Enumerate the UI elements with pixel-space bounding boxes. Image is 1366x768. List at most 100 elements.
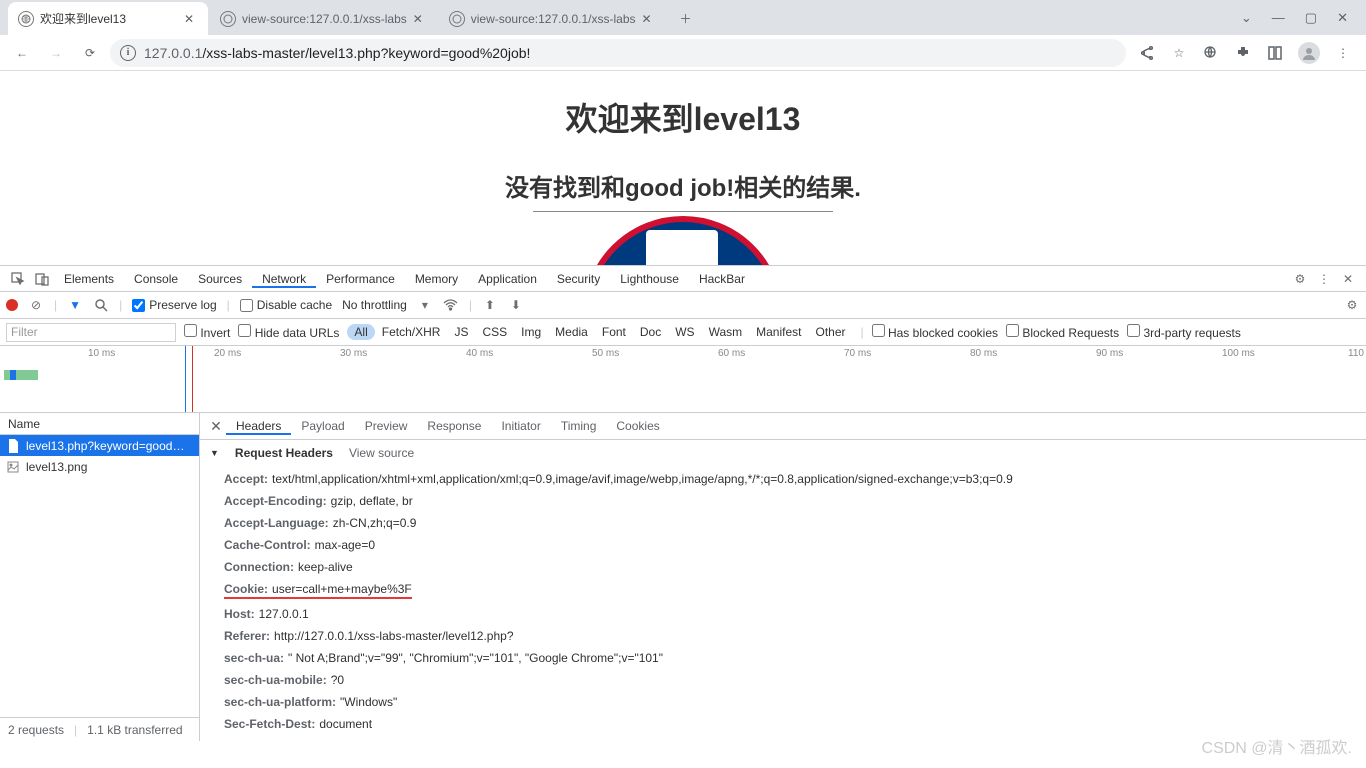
filter-icon[interactable]: ▼	[67, 298, 83, 312]
close-detail-icon[interactable]: ✕	[206, 418, 226, 435]
devtools-tab-security[interactable]: Security	[547, 272, 610, 286]
browser-tab[interactable]: view-source:127.0.0.1/xss-labs ✕	[210, 2, 437, 35]
reload-button[interactable]: ⟳	[76, 39, 104, 67]
network-toolbar: ⊘ | ▼ | Preserve log | Disable cache No …	[0, 292, 1366, 319]
devtools-tab-memory[interactable]: Memory	[405, 272, 468, 286]
devtools-tab-performance[interactable]: Performance	[316, 272, 405, 286]
devtools-tab-network[interactable]: Network	[252, 272, 316, 288]
filter-chip-css[interactable]: CSS	[475, 324, 514, 340]
request-row[interactable]: level13.png	[0, 456, 199, 477]
filter-chip-font[interactable]: Font	[595, 324, 633, 340]
detail-tab-initiator[interactable]: Initiator	[491, 419, 550, 433]
filter-chip-fetch-xhr[interactable]: Fetch/XHR	[375, 324, 448, 340]
detail-tab-cookies[interactable]: Cookies	[606, 419, 669, 433]
more-icon[interactable]: ⋮	[1312, 272, 1336, 286]
new-tab-button[interactable]: ＋	[672, 4, 700, 32]
browser-tab[interactable]: view-source:127.0.0.1/xss-labs ✕	[439, 2, 666, 35]
view-source-link[interactable]: View source	[349, 446, 414, 460]
globe-search-icon[interactable]	[1202, 44, 1220, 62]
devtools-tab-console[interactable]: Console	[124, 272, 188, 286]
extensions-icon[interactable]	[1234, 44, 1252, 62]
wifi-icon[interactable]	[443, 299, 459, 311]
settings-gear-icon[interactable]: ⚙	[1344, 298, 1360, 312]
upload-icon[interactable]: ⬆	[482, 298, 498, 312]
timeline-tick: 100 ms	[1222, 348, 1255, 359]
devtools-tab-bar: ElementsConsoleSourcesNetworkPerformance…	[0, 266, 1366, 292]
forward-button[interactable]: →	[42, 39, 70, 67]
inspect-icon[interactable]	[6, 272, 30, 286]
disable-cache-checkbox[interactable]: Disable cache	[240, 298, 332, 312]
devtools-tab-sources[interactable]: Sources	[188, 272, 252, 286]
timeline-tick: 110	[1348, 348, 1364, 359]
filter-chip-wasm[interactable]: Wasm	[702, 324, 750, 340]
timeline-tick: 50 ms	[592, 348, 619, 359]
has-blocked-cookies-checkbox[interactable]: Has blocked cookies	[872, 324, 998, 340]
page-subtitle: 没有找到和good job!相关的结果.	[0, 168, 1366, 203]
close-devtools-icon[interactable]: ✕	[1336, 272, 1360, 286]
tab-title: view-source:127.0.0.1/xss-labs	[471, 12, 636, 26]
filter-chip-all[interactable]: All	[347, 324, 374, 340]
menu-icon[interactable]: ⋮	[1334, 44, 1352, 62]
chevron-down-icon[interactable]: ▾	[417, 298, 433, 312]
detail-tab-payload[interactable]: Payload	[291, 419, 354, 433]
settings-gear-icon[interactable]: ⚙	[1288, 272, 1312, 286]
name-column-header[interactable]: Name	[0, 413, 199, 435]
clear-icon[interactable]: ⊘	[28, 298, 44, 312]
throttling-select[interactable]: No throttling	[342, 298, 407, 312]
close-window-icon[interactable]: ✕	[1337, 10, 1348, 26]
tab-title: 欢迎来到level13	[40, 10, 178, 27]
site-info-icon[interactable]: i	[120, 45, 136, 61]
browser-tab-active[interactable]: 欢迎来到level13 ✕	[8, 2, 208, 35]
headers-list: Accept:text/html,application/xhtml+xml,a…	[200, 466, 1366, 741]
detail-tab-timing[interactable]: Timing	[551, 419, 607, 433]
header-row: Accept-Language:zh-CN,zh;q=0.9	[224, 512, 1366, 534]
request-name: level13.php?keyword=good%...	[26, 439, 193, 453]
filter-chip-js[interactable]: JS	[447, 324, 475, 340]
header-row: Sec-Fetch-Mode:navigate	[224, 735, 1366, 741]
close-icon[interactable]: ✕	[413, 12, 427, 26]
invert-checkbox[interactable]: Invert	[184, 324, 230, 340]
devtools-tab-elements[interactable]: Elements	[54, 272, 124, 286]
toolbar-right-icons: ☆ ⋮	[1132, 42, 1358, 64]
request-name: level13.png	[26, 460, 87, 474]
request-headers-section[interactable]: ▼ Request Headers View source	[200, 440, 1366, 466]
back-button[interactable]: ←	[8, 39, 36, 67]
record-button[interactable]	[6, 299, 18, 311]
filter-chip-other[interactable]: Other	[808, 324, 852, 340]
preserve-log-checkbox[interactable]: Preserve log	[132, 298, 216, 312]
device-toolbar-icon[interactable]	[30, 272, 54, 286]
network-timeline[interactable]: 10 ms20 ms30 ms40 ms50 ms60 ms70 ms80 ms…	[0, 346, 1366, 413]
request-row[interactable]: level13.php?keyword=good%...	[0, 435, 199, 456]
profile-avatar[interactable]	[1298, 42, 1320, 64]
detail-tab-preview[interactable]: Preview	[355, 419, 418, 433]
filter-input[interactable]: Filter	[6, 323, 176, 342]
devtools-tab-hackbar[interactable]: HackBar	[689, 272, 755, 286]
header-row: Accept-Encoding:gzip, deflate, br	[224, 490, 1366, 512]
download-icon[interactable]: ⬇	[508, 298, 524, 312]
hide-data-urls-checkbox[interactable]: Hide data URLs	[238, 324, 339, 340]
blocked-requests-checkbox[interactable]: Blocked Requests	[1006, 324, 1119, 340]
star-icon[interactable]: ☆	[1170, 44, 1188, 62]
image-icon	[6, 460, 20, 474]
devtools-tab-lighthouse[interactable]: Lighthouse	[610, 272, 689, 286]
address-bar[interactable]: i 127.0.0.1/xss-labs-master/level13.php?…	[110, 39, 1126, 67]
maximize-icon[interactable]: ▢	[1305, 10, 1317, 26]
detail-tab-headers[interactable]: Headers	[226, 419, 291, 435]
filter-chip-manifest[interactable]: Manifest	[749, 324, 808, 340]
chevron-down-icon[interactable]: ⌄	[1241, 10, 1252, 26]
timeline-tick: 80 ms	[970, 348, 997, 359]
minimize-icon[interactable]: —	[1272, 10, 1285, 25]
devtools-tab-application[interactable]: Application	[468, 272, 547, 286]
filter-chip-img[interactable]: Img	[514, 324, 548, 340]
close-icon[interactable]: ✕	[184, 12, 198, 26]
search-icon[interactable]	[93, 299, 109, 312]
reading-list-icon[interactable]	[1266, 44, 1284, 62]
third-party-checkbox[interactable]: 3rd-party requests	[1127, 324, 1241, 340]
header-row: Connection:keep-alive	[224, 556, 1366, 578]
share-icon[interactable]	[1138, 44, 1156, 62]
filter-chip-media[interactable]: Media	[548, 324, 595, 340]
filter-chip-ws[interactable]: WS	[668, 324, 701, 340]
close-icon[interactable]: ✕	[642, 12, 656, 26]
detail-tab-response[interactable]: Response	[417, 419, 491, 433]
filter-chip-doc[interactable]: Doc	[633, 324, 668, 340]
